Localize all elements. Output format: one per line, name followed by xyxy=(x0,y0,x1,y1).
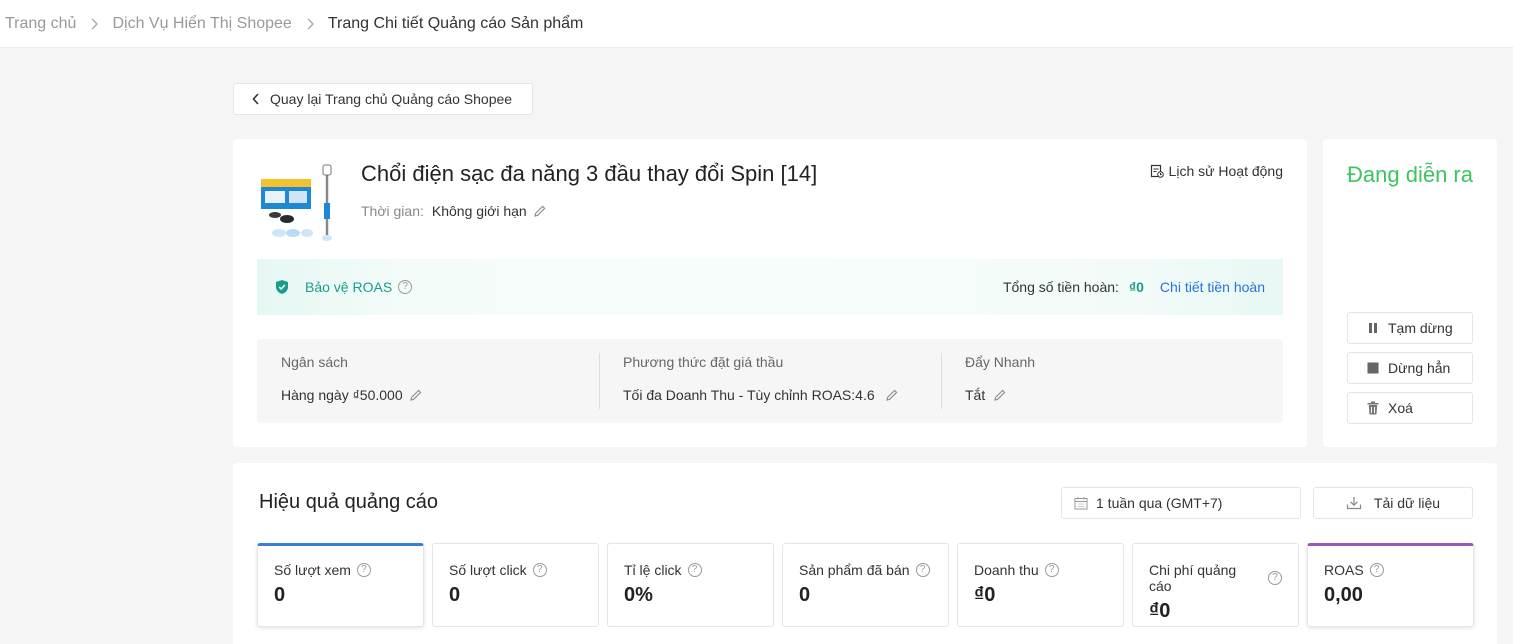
help-icon[interactable]: ? xyxy=(915,563,930,577)
setting-label: Đẩy Nhanh xyxy=(965,354,1036,370)
metric-card-clicks[interactable]: Số lượt click? 0 xyxy=(432,543,599,627)
trash-icon xyxy=(1366,401,1380,415)
help-icon[interactable]: ? xyxy=(356,563,371,577)
metric-card-revenue[interactable]: Doanh thu? ₫0 xyxy=(957,543,1124,627)
metric-label: Doanh thu xyxy=(974,562,1039,578)
performance-card: Hiệu quả quảng cáo 1 tuần qua (GMT+7) Tả… xyxy=(233,463,1497,644)
breadcrumb-home[interactable]: Trang chủ xyxy=(5,15,76,33)
help-icon[interactable]: ? xyxy=(1268,571,1282,585)
setting-value: Tối đa Doanh Thu - Tùy chỉnh ROAS:4.6 xyxy=(623,387,875,403)
help-icon[interactable]: ? xyxy=(687,563,702,577)
pause-label: Tạm dừng xyxy=(1388,320,1453,336)
breadcrumb-current: Trang Chi tiết Quảng cáo Sản phẩm xyxy=(327,14,584,32)
back-button-label: Quay lại Trang chủ Quảng cáo Shopee xyxy=(270,91,513,107)
setting-label: Ngân sách xyxy=(281,354,348,370)
metric-value: 0 xyxy=(274,584,286,606)
calendar-icon xyxy=(1074,496,1088,510)
chevron-left-icon xyxy=(252,93,260,105)
metric-label: ROAS xyxy=(1324,562,1364,578)
help-icon[interactable]: ? xyxy=(532,563,547,577)
download-icon xyxy=(1346,496,1362,510)
date-range-picker[interactable]: 1 tuần qua (GMT+7) xyxy=(1061,487,1301,519)
metric-value: 0 xyxy=(449,584,461,606)
metric-card-ctr[interactable]: Tỉ lệ click? 0% xyxy=(607,543,774,627)
back-button[interactable]: Quay lại Trang chủ Quảng cáo Shopee xyxy=(233,83,533,115)
stop-button[interactable]: Dừng hẳn xyxy=(1347,352,1473,384)
time-value: Không giới hạn xyxy=(431,203,527,219)
metric-value: 0% xyxy=(624,584,653,606)
help-icon[interactable]: ? xyxy=(1369,563,1384,577)
refund-total-value: ₫0 xyxy=(1128,279,1144,295)
metric-card-views[interactable]: Số lượt xem? 0 xyxy=(257,543,424,627)
chevron-right-icon xyxy=(306,18,314,30)
setting-boost: Đẩy Nhanh Tắt xyxy=(941,339,1283,423)
pencil-icon[interactable] xyxy=(409,388,423,402)
metric-card-roas[interactable]: ROAS? 0,00 xyxy=(1307,543,1474,627)
setting-value: Hàng ngày ₫50.000 xyxy=(281,387,403,403)
stop-icon xyxy=(1366,362,1380,374)
metric-value: ₫0 xyxy=(1149,600,1171,622)
pencil-icon[interactable] xyxy=(533,204,547,218)
ad-status-card: Đang diễn ra Tạm dừng Dừng hẳn Xoá xyxy=(1323,139,1497,447)
shield-check-icon xyxy=(275,279,289,295)
breadcrumb-display-service[interactable]: Dịch Vụ Hiển Thị Shopee xyxy=(112,15,291,33)
breadcrumb: Trang chủ Dịch Vụ Hiển Thị Shopee Trang … xyxy=(0,0,1513,48)
history-icon xyxy=(1150,164,1164,178)
time-label: Thời gian: xyxy=(361,203,424,219)
activity-history-link[interactable]: Lịch sử Hoạt động xyxy=(1150,163,1283,179)
metric-value: 0 xyxy=(799,584,811,606)
metric-value: 0,00 xyxy=(1324,584,1363,606)
metric-label: Số lượt xem xyxy=(274,562,351,578)
help-icon[interactable]: ? xyxy=(1044,563,1059,577)
product-thumbnail xyxy=(257,163,337,243)
ad-time-row: Thời gian: Không giới hạn xyxy=(361,203,547,219)
pencil-icon[interactable] xyxy=(993,388,1007,402)
pencil-icon[interactable] xyxy=(885,388,899,402)
download-data-button[interactable]: Tải dữ liệu xyxy=(1313,487,1473,519)
performance-title: Hiệu quả quảng cáo xyxy=(259,491,439,513)
refund-total-label: Tổng số tiền hoàn: xyxy=(1002,279,1119,295)
setting-value: Tắt xyxy=(965,387,986,403)
ad-settings-panel: Ngân sách Hàng ngày ₫50.000 Phương thức … xyxy=(257,339,1283,423)
pause-icon xyxy=(1366,322,1380,334)
refund-detail-link[interactable]: Chi tiết tiền hoàn xyxy=(1160,279,1265,295)
delete-button[interactable]: Xoá xyxy=(1347,392,1473,424)
setting-budget: Ngân sách Hàng ngày ₫50.000 xyxy=(257,339,599,423)
ad-detail-card: Chổi điện sạc đa năng 3 đầu thay đổi Spi… xyxy=(233,139,1307,447)
delete-label: Xoá xyxy=(1388,400,1413,416)
help-icon[interactable]: ? xyxy=(398,280,413,294)
metric-label: Số lượt click xyxy=(449,562,527,578)
download-label: Tải dữ liệu xyxy=(1373,495,1441,511)
roas-protection-bar: Bảo vệ ROAS ? Tổng số tiền hoàn: ₫0 Chi … xyxy=(257,259,1283,315)
status-text: Đang diễn ra xyxy=(1347,162,1473,187)
history-label: Lịch sử Hoạt động xyxy=(1168,163,1283,179)
roas-protection-label: Bảo vệ ROAS xyxy=(305,279,393,295)
metric-label: Tỉ lệ click xyxy=(624,562,682,578)
setting-bidding: Phương thức đặt giá thầu Tối đa Doanh Th… xyxy=(599,339,941,423)
product-title: Chổi điện sạc đa năng 3 đầu thay đổi Spi… xyxy=(361,161,818,186)
metric-value: ₫0 xyxy=(974,584,996,606)
setting-label: Phương thức đặt giá thầu xyxy=(623,354,784,370)
metric-label: Sản phẩm đã bán xyxy=(799,562,910,578)
chevron-right-icon xyxy=(90,18,99,30)
metric-label: Chi phí quảng cáo xyxy=(1149,562,1237,594)
stop-label: Dừng hẳn xyxy=(1388,360,1451,376)
metric-card-items-sold[interactable]: Sản phẩm đã bán? 0 xyxy=(782,543,949,627)
pause-button[interactable]: Tạm dừng xyxy=(1347,312,1473,344)
date-range-value: 1 tuần qua (GMT+7) xyxy=(1096,495,1223,511)
metric-card-ad-cost[interactable]: Chi phí quảng cáo? ₫0 xyxy=(1132,543,1299,627)
